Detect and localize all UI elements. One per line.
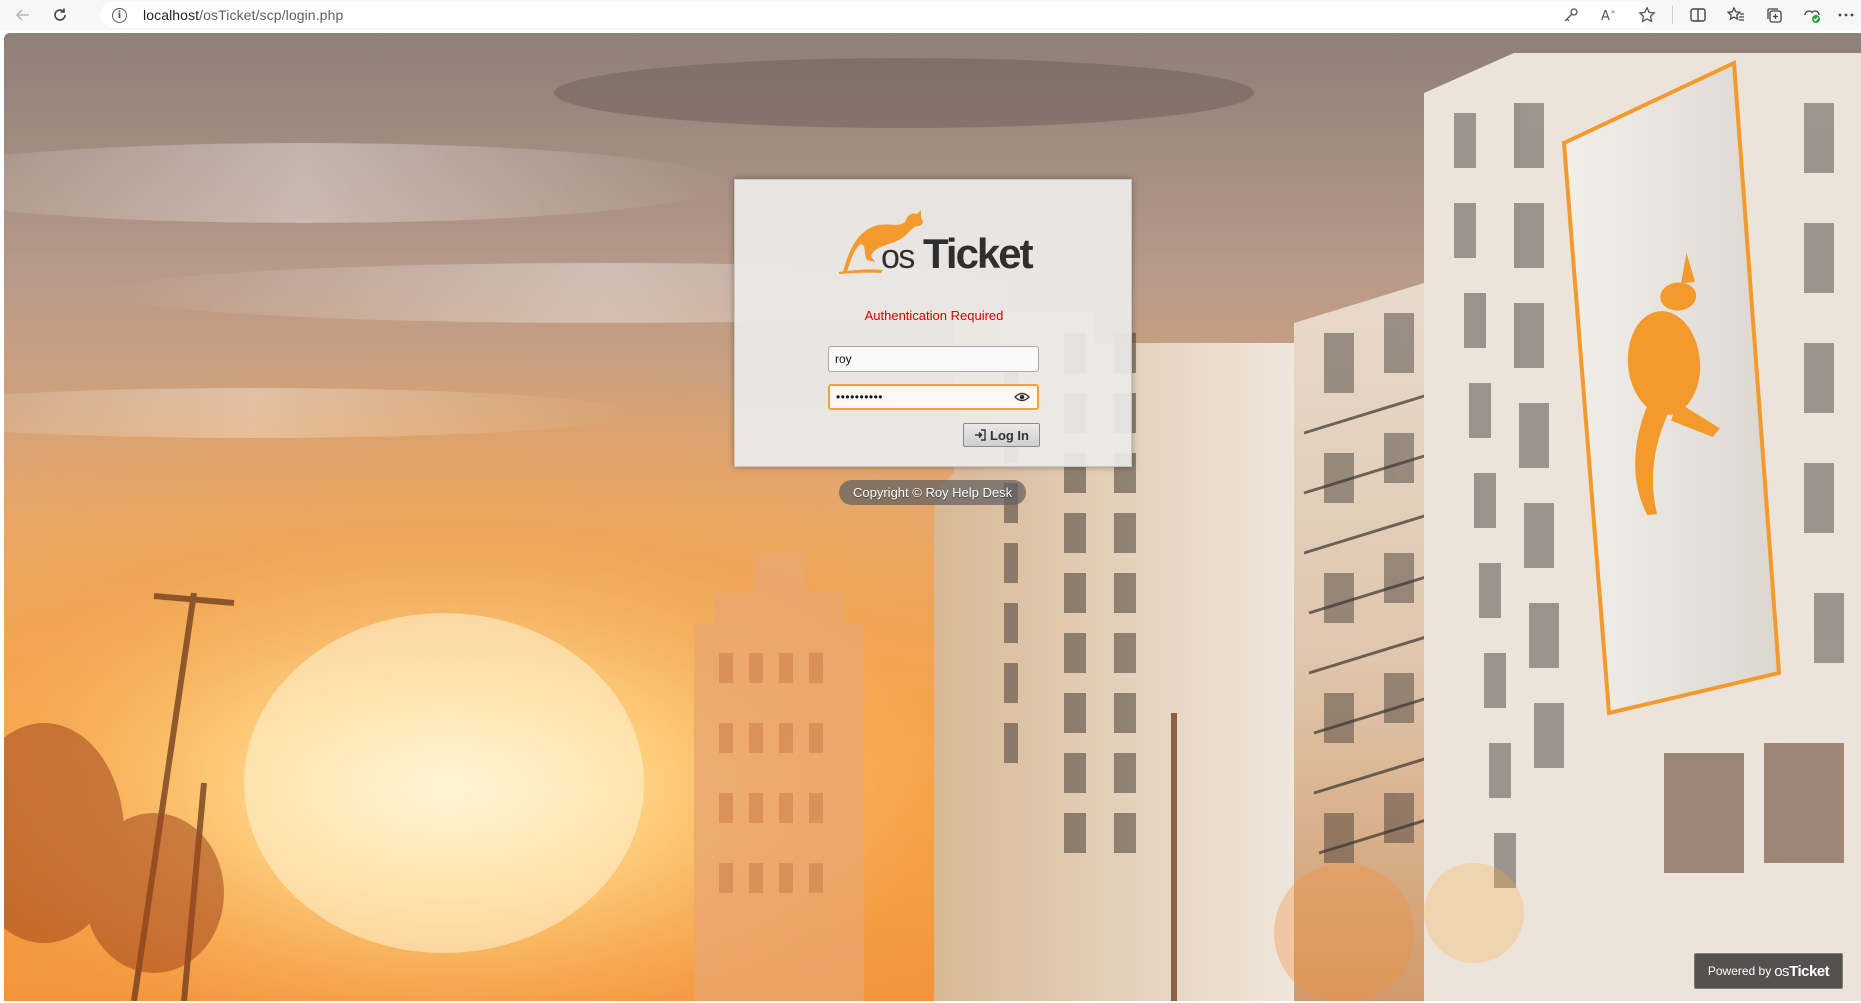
split-screen-icon[interactable] xyxy=(1679,0,1717,30)
show-password-eye-icon[interactable] xyxy=(1014,390,1030,404)
toolbar-separator xyxy=(1672,6,1673,24)
refresh-icon[interactable] xyxy=(45,0,75,30)
url-host: localhost xyxy=(143,7,200,23)
osticket-logo: os Ticket xyxy=(839,210,1036,276)
read-aloud-icon[interactable]: A» xyxy=(1590,0,1628,30)
login-button[interactable]: Log In xyxy=(963,423,1040,447)
url-path: /osTicket/scp/login.php xyxy=(199,7,344,23)
powered-by-brand: osTicket xyxy=(1774,963,1829,980)
browser-toolbar: i localhost/osTicket/scp/login.php A» xyxy=(0,0,1861,30)
powered-by-os: os xyxy=(1774,962,1790,980)
logo-text-os: os xyxy=(881,238,914,276)
browser-toolbar-actions: A» xyxy=(1552,0,1861,30)
password-field[interactable] xyxy=(828,384,1039,410)
favorite-star-icon[interactable] xyxy=(1628,0,1666,30)
copyright-notice: Copyright © Roy Help Desk xyxy=(839,480,1027,505)
sign-in-icon xyxy=(975,429,986,441)
more-icon[interactable] xyxy=(1831,0,1861,30)
info-icon[interactable]: i xyxy=(112,7,127,23)
svg-text:»: » xyxy=(1611,8,1615,16)
username-field[interactable] xyxy=(828,346,1039,372)
auth-required-message: Authentication Required xyxy=(864,308,1004,323)
powered-by-ticket: Ticket xyxy=(1789,962,1830,980)
logo-text-ticket: Ticket xyxy=(923,230,1034,276)
favorites-icon[interactable] xyxy=(1717,0,1755,30)
url-text[interactable]: localhost/osTicket/scp/login.php xyxy=(143,7,343,23)
login-button-label: Log In xyxy=(990,427,1029,443)
login-box: os Ticket Authentication Required Log In xyxy=(734,179,1132,467)
extensions-icon[interactable] xyxy=(1793,0,1831,30)
address-bar[interactable]: i localhost/osTicket/scp/login.php xyxy=(100,2,1650,28)
svg-text:A: A xyxy=(1601,9,1610,24)
powered-by-badge[interactable]: Powered by osTicket xyxy=(1694,953,1843,989)
key-icon[interactable] xyxy=(1552,0,1590,30)
powered-by-label: Powered by xyxy=(1707,964,1772,978)
collections-icon[interactable] xyxy=(1755,0,1793,30)
back-arrow-icon[interactable] xyxy=(8,0,38,30)
login-page: os Ticket Authentication Required Log In… xyxy=(4,33,1861,1001)
